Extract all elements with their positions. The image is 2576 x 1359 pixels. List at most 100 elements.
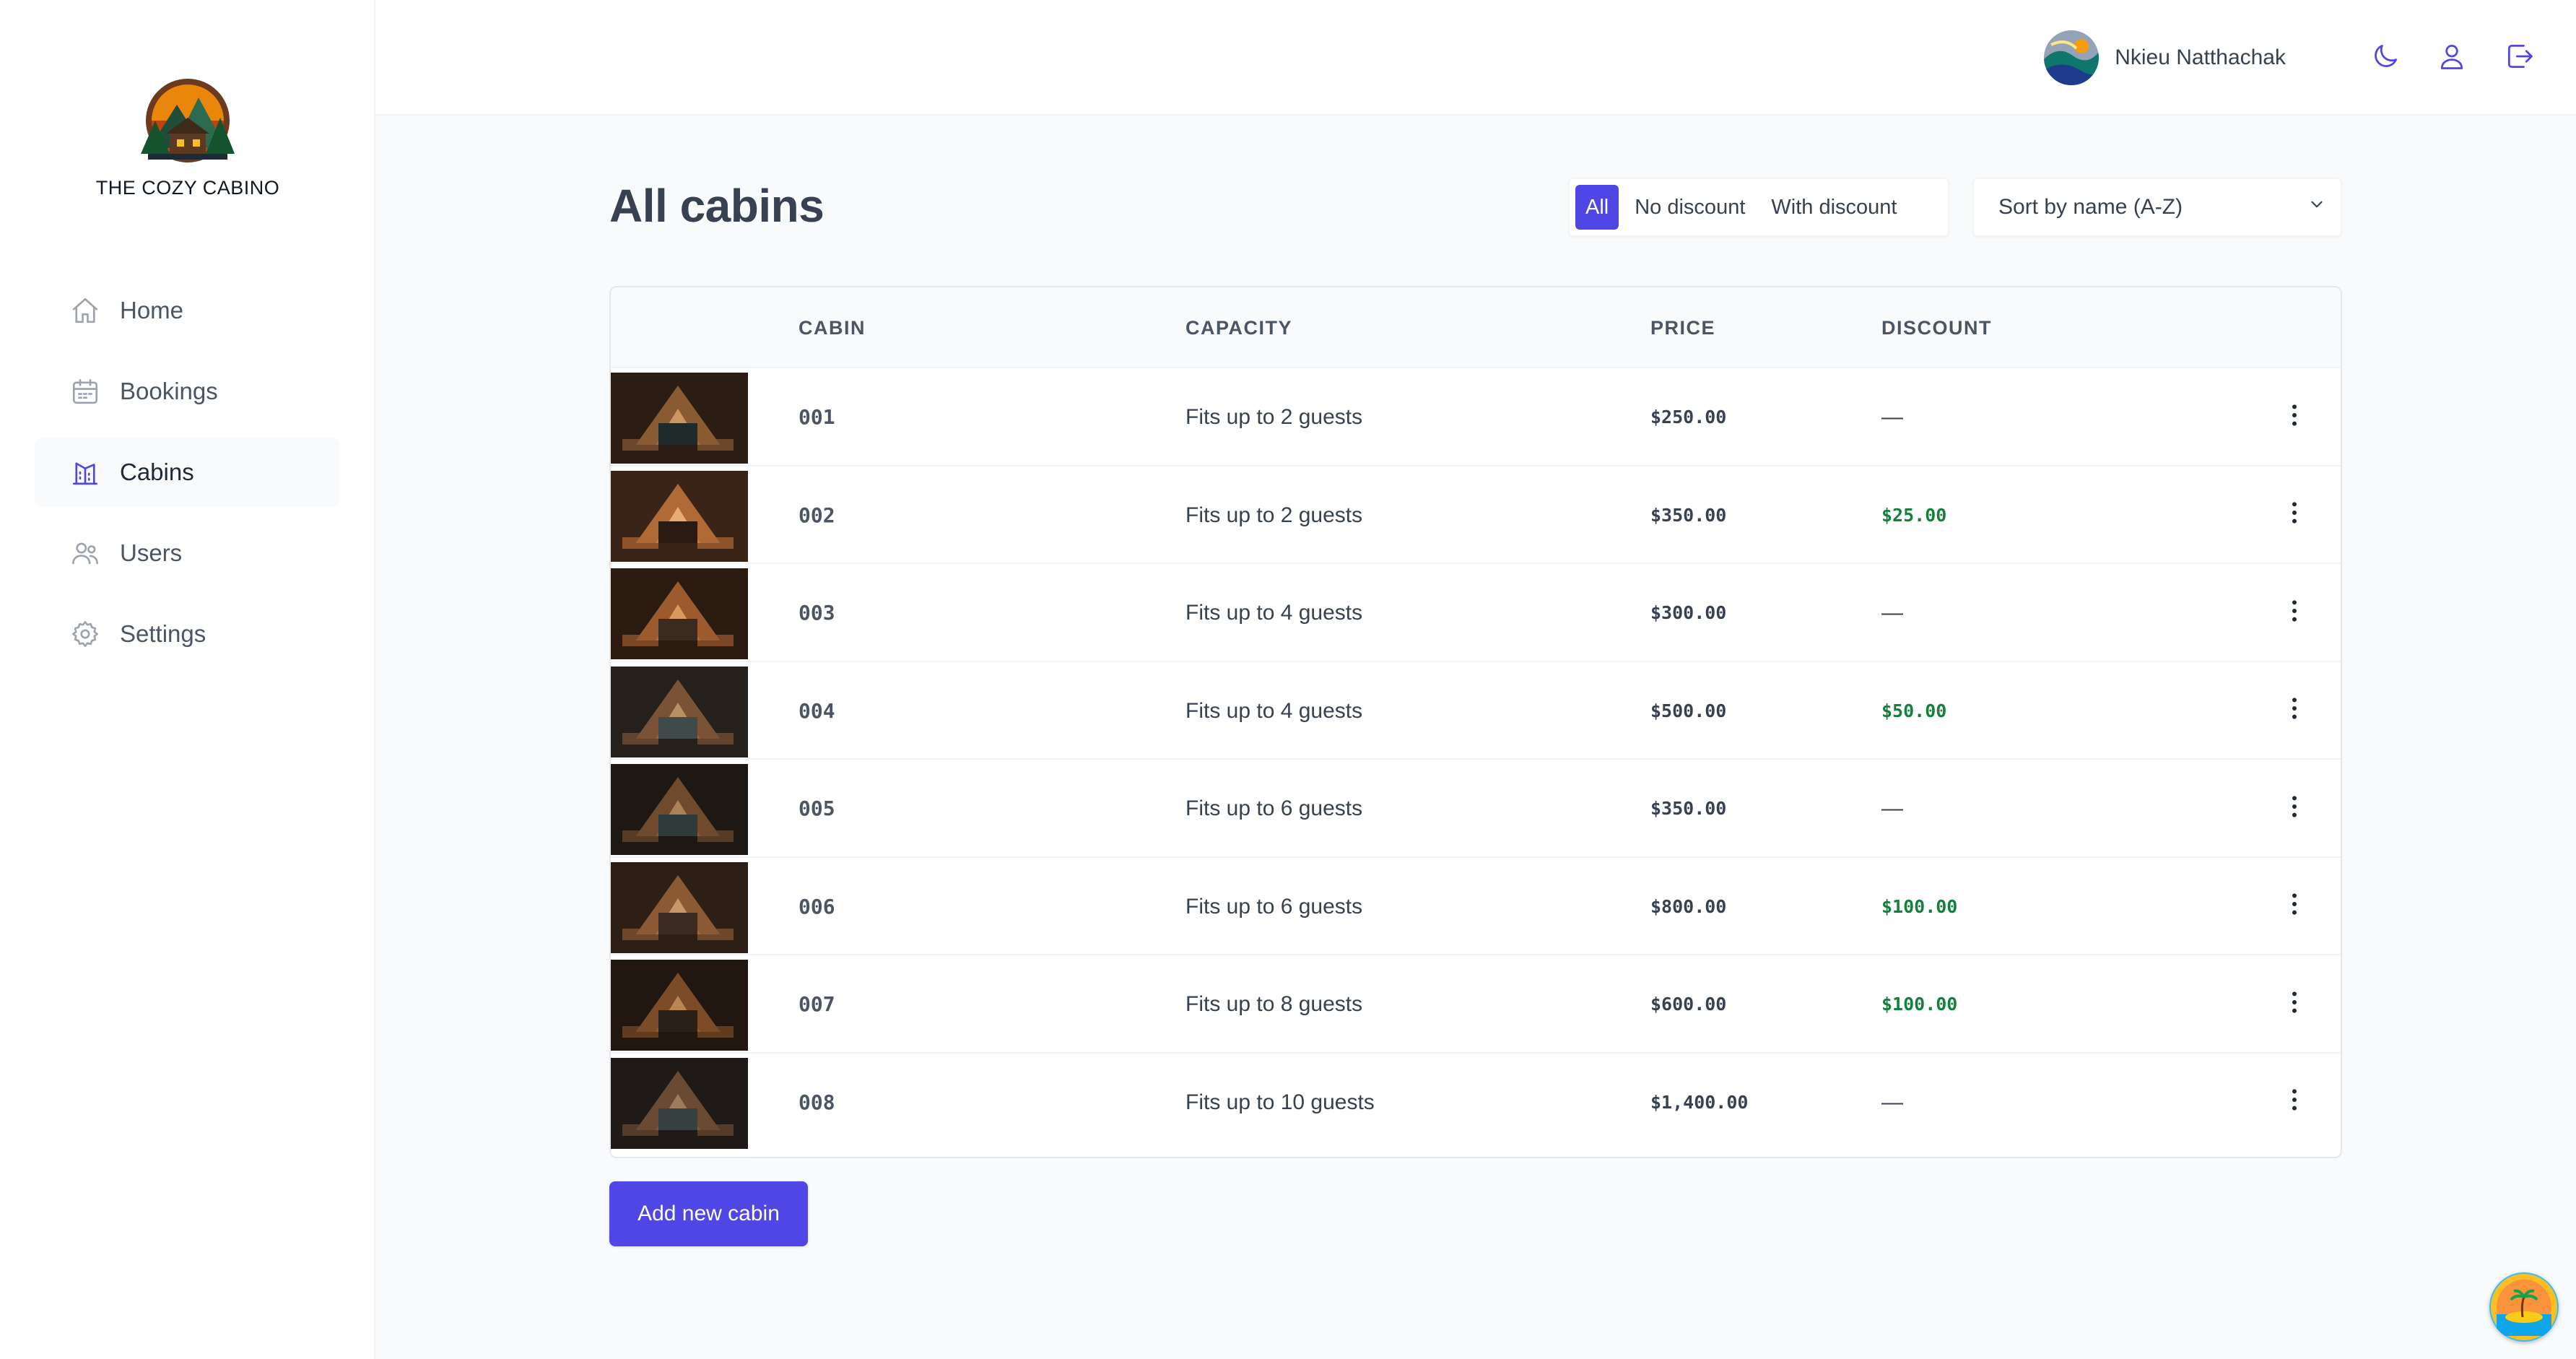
table-row: 004 Fits up to 4 guests $500.00 $50.00 xyxy=(611,662,2341,760)
sidebar-item-settings[interactable]: Settings xyxy=(35,599,339,669)
logo-text: THE COZY CABINO xyxy=(95,177,280,199)
table-header: CABIN CAPACITY PRICE DISCOUNT xyxy=(611,287,2341,368)
cabin-capacity: Fits up to 6 guests xyxy=(1185,894,1363,919)
cabin-price: $600.00 xyxy=(1650,994,1727,1015)
home-icon xyxy=(69,295,101,326)
sidebar-item-label: Bookings xyxy=(120,378,218,404)
table-row: 008 Fits up to 10 guests $1,400.00 — xyxy=(611,1054,2341,1152)
cabins-table: CABIN CAPACITY PRICE DISCOUNT 001 Fits u… xyxy=(609,286,2342,1158)
floating-avatar-button[interactable] xyxy=(2489,1272,2559,1342)
filter-all-button[interactable]: All xyxy=(1575,185,1619,230)
sort-select[interactable]: Sort by name (A-Z) xyxy=(1972,178,2342,237)
cabin-name: 007 xyxy=(799,992,835,1016)
sidebar-item-label: Home xyxy=(120,297,184,324)
sidebar-item-cabins[interactable]: Cabins xyxy=(35,438,339,507)
more-vertical-icon xyxy=(2280,890,2309,922)
sidebar-item-label: Cabins xyxy=(120,459,194,485)
more-vertical-icon xyxy=(2280,988,2309,1020)
table-row: 001 Fits up to 2 guests $250.00 — xyxy=(611,368,2341,466)
cabin-name: 002 xyxy=(799,503,835,527)
logout-button[interactable] xyxy=(2501,39,2538,77)
cabin-capacity: Fits up to 4 guests xyxy=(1185,601,1363,625)
more-vertical-icon xyxy=(2280,401,2309,433)
cabin-discount: — xyxy=(1881,601,1903,625)
cabin-price: $350.00 xyxy=(1650,798,1727,819)
cabin-discount: $100.00 xyxy=(1881,895,1958,917)
table-body: 001 Fits up to 2 guests $250.00 — 002 Fi… xyxy=(611,368,2341,1151)
row-menu-button[interactable] xyxy=(2279,400,2310,433)
cabin-price: $250.00 xyxy=(1650,407,1727,427)
cabin-discount: $100.00 xyxy=(1881,994,1958,1015)
cabin-name: 006 xyxy=(799,894,835,919)
cabin-thumbnail xyxy=(611,1057,748,1149)
dark-mode-toggle[interactable] xyxy=(2367,39,2404,77)
row-menu-button[interactable] xyxy=(2279,890,2310,923)
row-menu-button[interactable] xyxy=(2279,987,2310,1020)
filter-with-discount-button[interactable]: With discount xyxy=(1761,185,1907,230)
cabin-name: 004 xyxy=(799,698,835,723)
island-icon xyxy=(2489,1272,2559,1342)
cabin-capacity: Fits up to 4 guests xyxy=(1185,698,1363,723)
row-menu-button[interactable] xyxy=(2279,596,2310,629)
avatar xyxy=(2044,30,2099,85)
row-menu-button[interactable] xyxy=(2279,791,2310,825)
sidebar-item-users[interactable]: Users xyxy=(35,518,339,588)
column-header-price: PRICE xyxy=(1650,317,1716,339)
cabin-thumbnail xyxy=(611,470,748,562)
cabin-price: $350.00 xyxy=(1650,504,1727,526)
sidebar-item-bookings[interactable]: Bookings xyxy=(35,357,339,426)
cabin-price: $1,400.00 xyxy=(1650,1091,1749,1113)
account-button[interactable] xyxy=(2433,39,2471,77)
top-header: Nkieu Natthachak xyxy=(375,0,2576,116)
sort-selected-value: Sort by name (A-Z) xyxy=(1998,195,2183,219)
cabin-thumbnail xyxy=(611,373,748,464)
table-row: 002 Fits up to 2 guests $350.00 $25.00 xyxy=(611,466,2341,564)
cabin-discount: — xyxy=(1881,796,1903,820)
cabin-logo-image xyxy=(141,79,235,162)
cabin-discount: — xyxy=(1881,1090,1903,1114)
gear-icon xyxy=(69,618,101,650)
cabin-thumbnail xyxy=(611,960,748,1051)
more-vertical-icon xyxy=(2280,1085,2309,1118)
cabin-icon xyxy=(69,456,101,488)
column-header-cabin: CABIN xyxy=(799,317,866,339)
user-icon xyxy=(2436,40,2468,76)
logo[interactable]: THE COZY CABINO xyxy=(0,76,375,199)
row-menu-button[interactable] xyxy=(2279,1085,2310,1119)
more-vertical-icon xyxy=(2280,596,2309,629)
table-row: 007 Fits up to 8 guests $600.00 $100.00 xyxy=(611,955,2341,1054)
cabin-capacity: Fits up to 2 guests xyxy=(1185,503,1363,527)
sidebar-item-label: Users xyxy=(120,539,183,566)
table-row: 006 Fits up to 6 guests $800.00 $100.00 xyxy=(611,858,2341,955)
logout-icon xyxy=(2504,40,2536,76)
chevron-down-icon xyxy=(2307,195,2326,220)
sidebar-nav: Home Bookings Cabins Users Settings xyxy=(35,276,339,680)
row-menu-button[interactable] xyxy=(2279,498,2310,531)
cabin-name: 005 xyxy=(799,796,835,820)
column-header-capacity: CAPACITY xyxy=(1185,317,1293,339)
cabin-thumbnail xyxy=(611,764,748,855)
page-title: All cabins xyxy=(609,180,824,232)
filter-no-discount-button[interactable]: No discount xyxy=(1624,185,1755,230)
cabin-thumbnail xyxy=(611,861,748,953)
cabin-capacity: Fits up to 6 guests xyxy=(1185,796,1363,820)
user-name: Nkieu Natthachak xyxy=(2115,45,2286,69)
more-vertical-icon xyxy=(2280,694,2309,726)
moon-icon xyxy=(2370,40,2401,76)
cabin-price: $300.00 xyxy=(1650,602,1727,623)
cabin-price: $500.00 xyxy=(1650,700,1727,721)
table-row: 005 Fits up to 6 guests $350.00 — xyxy=(611,760,2341,858)
sidebar: THE COZY CABINO Home Bookings Cabins Use… xyxy=(0,0,375,1359)
column-header-discount: DISCOUNT xyxy=(1881,317,1992,339)
user-profile[interactable]: Nkieu Natthachak xyxy=(2044,30,2286,85)
row-menu-button[interactable] xyxy=(2279,694,2310,727)
table-row: 003 Fits up to 4 guests $300.00 — xyxy=(611,564,2341,662)
cabin-capacity: Fits up to 10 guests xyxy=(1185,1090,1375,1114)
discount-filter: All No discount With discount xyxy=(1568,178,1949,237)
sidebar-item-home[interactable]: Home xyxy=(35,276,339,345)
cabin-capacity: Fits up to 2 guests xyxy=(1185,405,1363,429)
cabin-discount: $50.00 xyxy=(1881,700,1947,721)
more-vertical-icon xyxy=(2280,498,2309,531)
add-cabin-button[interactable]: Add new cabin xyxy=(609,1181,808,1246)
calendar-icon xyxy=(69,375,101,407)
